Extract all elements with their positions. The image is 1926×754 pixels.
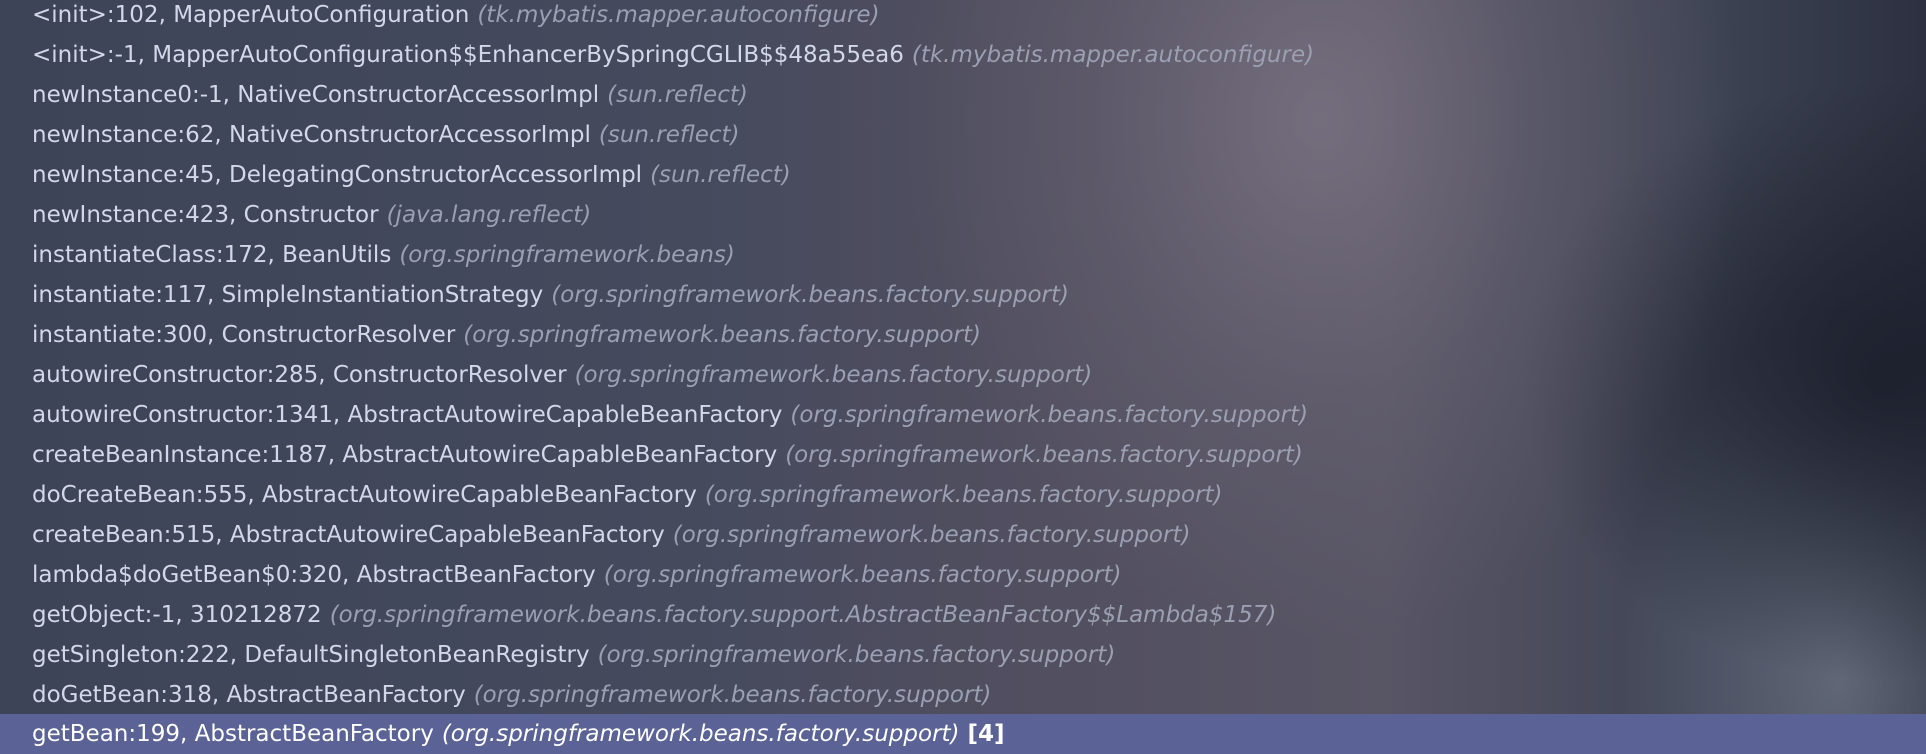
frame-method: instantiate:300, ConstructorResolver <box>32 322 456 348</box>
frame-method: instantiateClass:172, BeanUtils <box>32 242 392 268</box>
frame-package: (org.springframework.beans) <box>399 242 735 268</box>
frame-package: (org.springframework.beans.factory.suppo… <box>785 442 1303 468</box>
frame-package: (tk.mybatis.mapper.autoconfigure) <box>477 2 880 28</box>
frame-package: (org.springframework.beans.factory.suppo… <box>329 602 1277 628</box>
frame-row[interactable]: instantiate:300, ConstructorResolver (org… <box>0 320 1926 360</box>
frame-package: (org.springframework.beans.factory.suppo… <box>790 402 1309 428</box>
frame-method: getBean:199, AbstractBeanFactory <box>32 721 434 747</box>
frame-package: (org.springframework.beans.factory.suppo… <box>551 282 1069 308</box>
frame-package: (org.springframework.beans.factory.suppo… <box>463 322 981 348</box>
frame-method: autowireConstructor:1341, AbstractAutowi… <box>32 402 783 428</box>
frame-row[interactable]: <init>:102, MapperAutoConfiguration (tk.m… <box>0 0 1926 40</box>
frame-row[interactable]: newInstance:45, DelegatingConstructorAcc… <box>0 160 1926 200</box>
frame-package: (org.springframework.beans.factory.suppo… <box>603 562 1122 588</box>
frame-method: newInstance0:-1, NativeConstructorAccess… <box>32 82 600 108</box>
frame-package: (sun.reflect) <box>650 162 791 188</box>
frame-row[interactable]: doCreateBean:555, AbstractAutowireCapabl… <box>0 480 1926 520</box>
frame-package: (sun.reflect) <box>598 122 740 148</box>
frame-package: (tk.mybatis.mapper.autoconfigure) <box>911 42 1315 68</box>
frame-package: (org.springframework.beans.factory.suppo… <box>574 362 1093 388</box>
frame-method: newInstance:423, Constructor <box>32 202 379 228</box>
frame-method: newInstance:45, DelegatingConstructorAcc… <box>32 162 643 188</box>
selected-frame-row[interactable]: getBean:199, AbstractBeanFactory (org.spr… <box>0 714 1926 754</box>
frame-row[interactable]: instantiate:117, SimpleInstantiationStra… <box>0 280 1926 320</box>
frame-row[interactable]: autowireConstructor:1341, AbstractAutowi… <box>0 400 1926 440</box>
debugger-frames-panel: <init>:102, MapperAutoConfiguration (tk.m… <box>0 0 1926 754</box>
frame-row[interactable]: instantiateClass:172, BeanUtils (org.spri… <box>0 240 1926 280</box>
frame-method: doCreateBean:555, AbstractAutowireCapabl… <box>32 482 697 508</box>
frame-package: (sun.reflect) <box>607 82 748 108</box>
frame-method: newInstance:62, NativeConstructorAccesso… <box>32 122 591 148</box>
frame-row[interactable]: newInstance0:-1, NativeConstructorAccess… <box>0 80 1926 120</box>
frame-method: autowireConstructor:285, ConstructorReso… <box>32 362 567 388</box>
frame-method: doGetBean:318, AbstractBeanFactory <box>32 682 466 708</box>
frame-row[interactable]: getSingleton:222, DefaultSingletonBeanRe… <box>0 640 1926 680</box>
frames-list: <init>:102, MapperAutoConfiguration (tk.m… <box>0 0 1926 720</box>
frame-package: (org.springframework.beans.factory.suppo… <box>441 721 960 747</box>
frame-package: (org.springframework.beans.factory.suppo… <box>597 642 1116 668</box>
frame-count-badge: [4] <box>967 721 1005 747</box>
frame-row[interactable]: newInstance:62, NativeConstructorAccesso… <box>0 120 1926 160</box>
frame-row[interactable]: createBean:515, AbstractAutowireCapableB… <box>0 520 1926 560</box>
frame-package: (org.springframework.beans.factory.suppo… <box>704 482 1223 508</box>
frame-row[interactable]: getObject:-1, 310212872 (org.springframew… <box>0 600 1926 640</box>
frame-row[interactable]: lambda$doGetBean$0:320, AbstractBeanFact… <box>0 560 1926 600</box>
frame-method: createBeanInstance:1187, AbstractAutowir… <box>32 442 778 468</box>
frame-method: getObject:-1, 310212872 <box>32 602 322 628</box>
frame-method: <init>:-1, MapperAutoConfiguration$$Enha… <box>32 42 904 68</box>
frame-row[interactable]: autowireConstructor:285, ConstructorReso… <box>0 360 1926 400</box>
frame-method: <init>:102, MapperAutoConfiguration <box>32 2 470 28</box>
frame-row[interactable]: <init>:-1, MapperAutoConfiguration$$Enha… <box>0 40 1926 80</box>
frame-package: (org.springframework.beans.factory.suppo… <box>473 682 992 708</box>
frame-method: getSingleton:222, DefaultSingletonBeanRe… <box>32 642 590 668</box>
frame-row[interactable]: newInstance:423, Constructor (java.lang.r… <box>0 200 1926 240</box>
frame-package: (org.springframework.beans.factory.suppo… <box>672 522 1191 548</box>
frame-row[interactable]: createBeanInstance:1187, AbstractAutowir… <box>0 440 1926 480</box>
frame-method: instantiate:117, SimpleInstantiationStra… <box>32 282 544 308</box>
frame-package: (java.lang.reflect) <box>386 202 592 228</box>
frame-method: lambda$doGetBean$0:320, AbstractBeanFact… <box>32 562 596 588</box>
frame-method: createBean:515, AbstractAutowireCapableB… <box>32 522 665 548</box>
